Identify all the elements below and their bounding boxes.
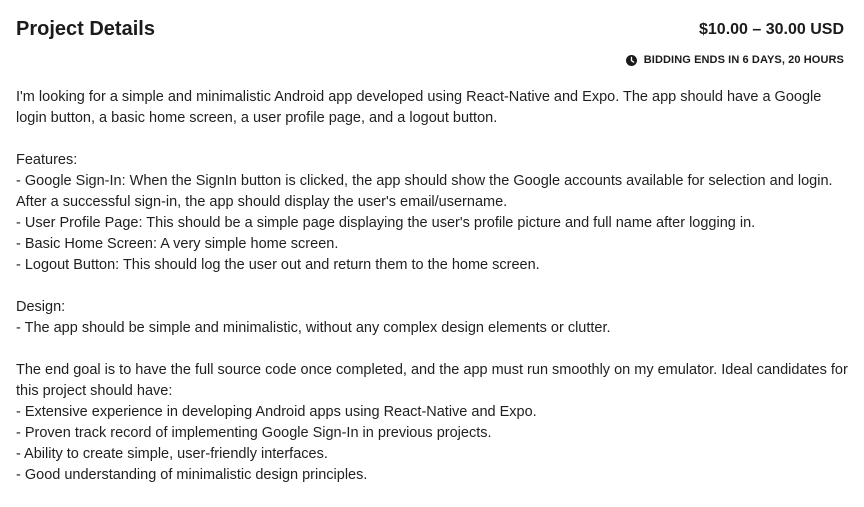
list-item: - Ability to create simple, user-friendl… — [16, 446, 328, 462]
budget-range: $10.00 – 30.00 USD — [699, 21, 844, 38]
design-section: Design: - The app should be simple and m… — [16, 297, 848, 339]
list-item: - The app should be simple and minimalis… — [16, 320, 611, 336]
features-heading: Features: — [16, 152, 78, 168]
features-section: Features: - Google Sign-In: When the Sig… — [16, 150, 848, 276]
goal-section: The end goal is to have the full source … — [16, 360, 848, 486]
description-intro: I'm looking for a simple and minimalisti… — [16, 89, 822, 126]
project-header: Project Details $10.00 – 30.00 USD BIDDI… — [16, 0, 848, 66]
list-item: - User Profile Page: This should be a si… — [16, 215, 756, 231]
list-item: - Google Sign-In: When the SignIn button… — [16, 173, 833, 210]
design-heading: Design: — [16, 299, 66, 315]
list-item: - Logout Button: This should log the use… — [16, 257, 540, 273]
goal-text: The end goal is to have the full source … — [16, 362, 848, 399]
list-item: - Extensive experience in developing And… — [16, 404, 537, 420]
project-description: I'm looking for a simple and minimalisti… — [16, 87, 848, 507]
list-item: - Proven track record of implementing Go… — [16, 425, 492, 441]
list-item: - Good understanding of minimalistic des… — [16, 467, 368, 483]
list-item: - Basic Home Screen: A very simple home … — [16, 236, 339, 252]
clock-icon — [625, 54, 637, 66]
bidding-deadline: BIDDING ENDS IN 6 DAYS, 20 HOURS — [625, 53, 844, 67]
bidding-deadline-text: BIDDING ENDS IN 6 DAYS, 20 HOURS — [643, 54, 844, 66]
page-title: Project Details — [16, 18, 155, 40]
project-details-panel: Project Details $10.00 – 30.00 USD BIDDI… — [16, 0, 848, 505]
